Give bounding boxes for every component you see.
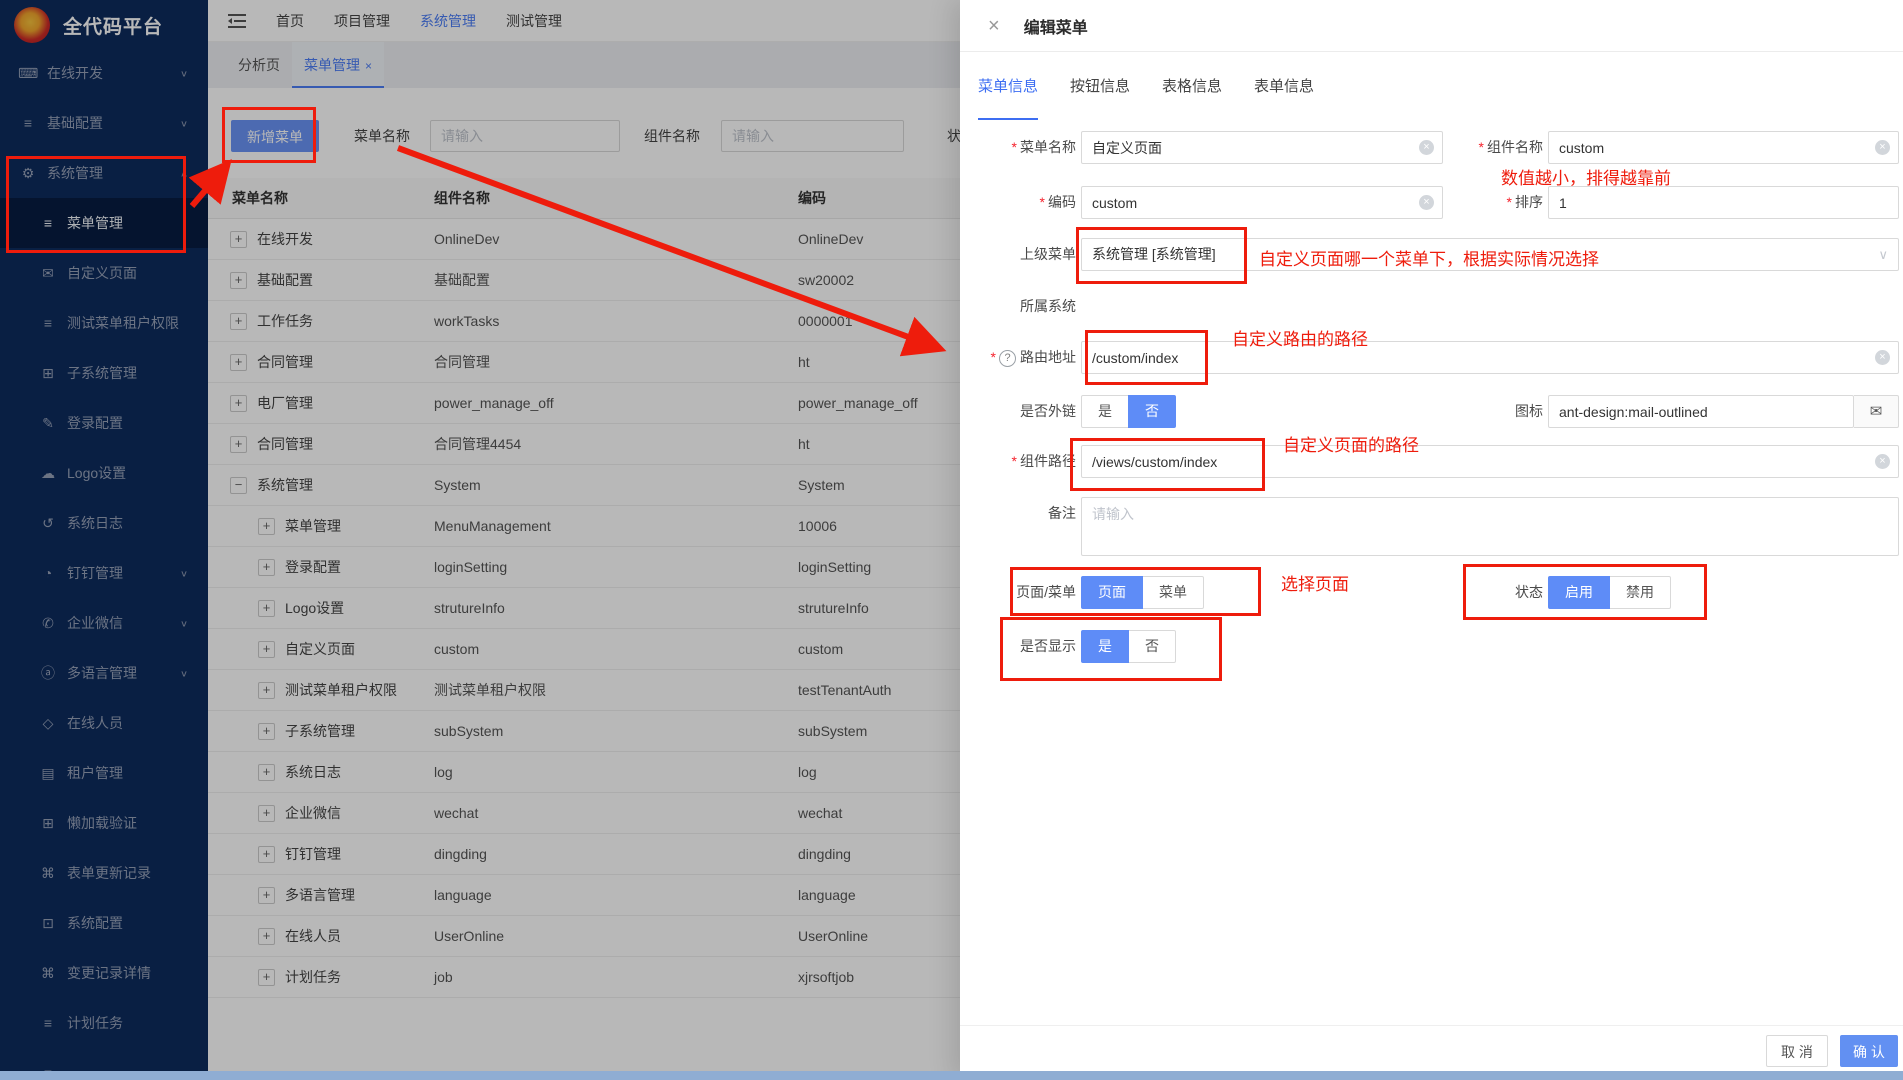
required-mark: * [1507, 194, 1512, 210]
visible-label: 是否显示 [960, 630, 1076, 663]
external-link-toggle: 是 否 [1081, 395, 1176, 428]
remark-textarea[interactable] [1081, 497, 1899, 556]
label-text: 路由地址 [1020, 349, 1076, 365]
required-mark: * [1479, 139, 1484, 155]
app-root: 全代码平台 ⌨在线开发∨ ≡基础配置∨ ⚙系统管理∧ ≡菜单管理 ✉自定义页面 … [0, 0, 1903, 1080]
select-value: 系统管理 [系统管理] [1092, 246, 1216, 262]
required-mark: * [991, 349, 996, 365]
enable-option[interactable]: 启用 [1548, 576, 1610, 609]
icon-input[interactable] [1548, 395, 1854, 428]
comp-path-label: *组件路径 [960, 445, 1076, 478]
external-yes-option[interactable]: 是 [1081, 395, 1129, 428]
cancel-button[interactable]: 取 消 [1766, 1035, 1828, 1067]
label-text: 组件路径 [1020, 453, 1076, 469]
disable-option[interactable]: 禁用 [1609, 576, 1671, 609]
label-text: 编码 [1048, 194, 1076, 210]
label-text: 是否显示 [1020, 638, 1076, 654]
help-circle-icon[interactable]: ? [999, 350, 1016, 367]
route-label: *?路由地址 [960, 341, 1076, 374]
external-no-option[interactable]: 否 [1128, 395, 1176, 428]
confirm-button[interactable]: 确 认 [1840, 1035, 1898, 1067]
label-text: 排序 [1515, 194, 1543, 210]
sort-label: *排序 [1390, 186, 1543, 219]
route-input[interactable] [1081, 341, 1899, 374]
label-text: 状态 [1515, 584, 1543, 600]
label-text: 页面/菜单 [1016, 584, 1076, 600]
external-link-label: 是否外链 [960, 395, 1076, 428]
page-menu-label: 页面/菜单 [960, 576, 1076, 609]
hide-option[interactable]: 否 [1128, 630, 1176, 663]
status-label: 状态 [1390, 576, 1543, 609]
page-menu-toggle: 页面 菜单 [1081, 576, 1204, 609]
parent-menu-select[interactable]: 系统管理 [系统管理] ∨ [1081, 238, 1899, 271]
page-option[interactable]: 页面 [1081, 576, 1143, 609]
comp-path-input[interactable] [1081, 445, 1899, 478]
required-mark: * [1012, 139, 1017, 155]
required-mark: * [1040, 194, 1045, 210]
label-text: 备注 [1048, 505, 1076, 521]
icon-label: 图标 [1390, 395, 1543, 428]
status-toggle: 启用 禁用 [1548, 576, 1671, 609]
parent-menu-label: 上级菜单 [960, 238, 1076, 271]
clear-icon[interactable]: × [1875, 454, 1890, 469]
menu-option[interactable]: 菜单 [1142, 576, 1204, 609]
belong-system-label: 所属系统 [960, 290, 1076, 323]
menu-name-input[interactable] [1081, 131, 1443, 164]
code-input[interactable] [1081, 186, 1443, 219]
drawer-mask[interactable] [0, 0, 960, 1080]
comp-name-input[interactable] [1548, 131, 1899, 164]
remark-label: 备注 [960, 497, 1076, 530]
chevron-down-icon: ∨ [1878, 239, 1888, 270]
sort-input[interactable] [1548, 186, 1899, 219]
horizontal-scrollbar[interactable] [0, 1071, 1903, 1080]
clear-icon[interactable]: × [1875, 350, 1890, 365]
drawer-form: *菜单名称 × *组件名称 × *编码 × *排序 上级菜单 系统管理 [系统管… [960, 0, 1903, 1080]
code-label: *编码 [960, 186, 1076, 219]
visible-toggle: 是 否 [1081, 630, 1176, 663]
menu-name-label: *菜单名称 [960, 131, 1076, 164]
label-text: 菜单名称 [1020, 139, 1076, 155]
mail-icon[interactable]: ✉ [1854, 395, 1899, 428]
required-mark: * [1012, 453, 1017, 469]
clear-icon[interactable]: × [1875, 140, 1890, 155]
label-text: 上级菜单 [1020, 246, 1076, 262]
label-text: 所属系统 [1020, 298, 1076, 314]
comp-name-label: *组件名称 [1390, 131, 1543, 164]
label-text: 是否外链 [1020, 403, 1076, 419]
label-text: 图标 [1515, 403, 1543, 419]
label-text: 组件名称 [1487, 139, 1543, 155]
edit-menu-drawer: × 编辑菜单 菜单信息 按钮信息 表格信息 表单信息 *菜单名称 × *组件名称… [960, 0, 1903, 1080]
show-option[interactable]: 是 [1081, 630, 1129, 663]
